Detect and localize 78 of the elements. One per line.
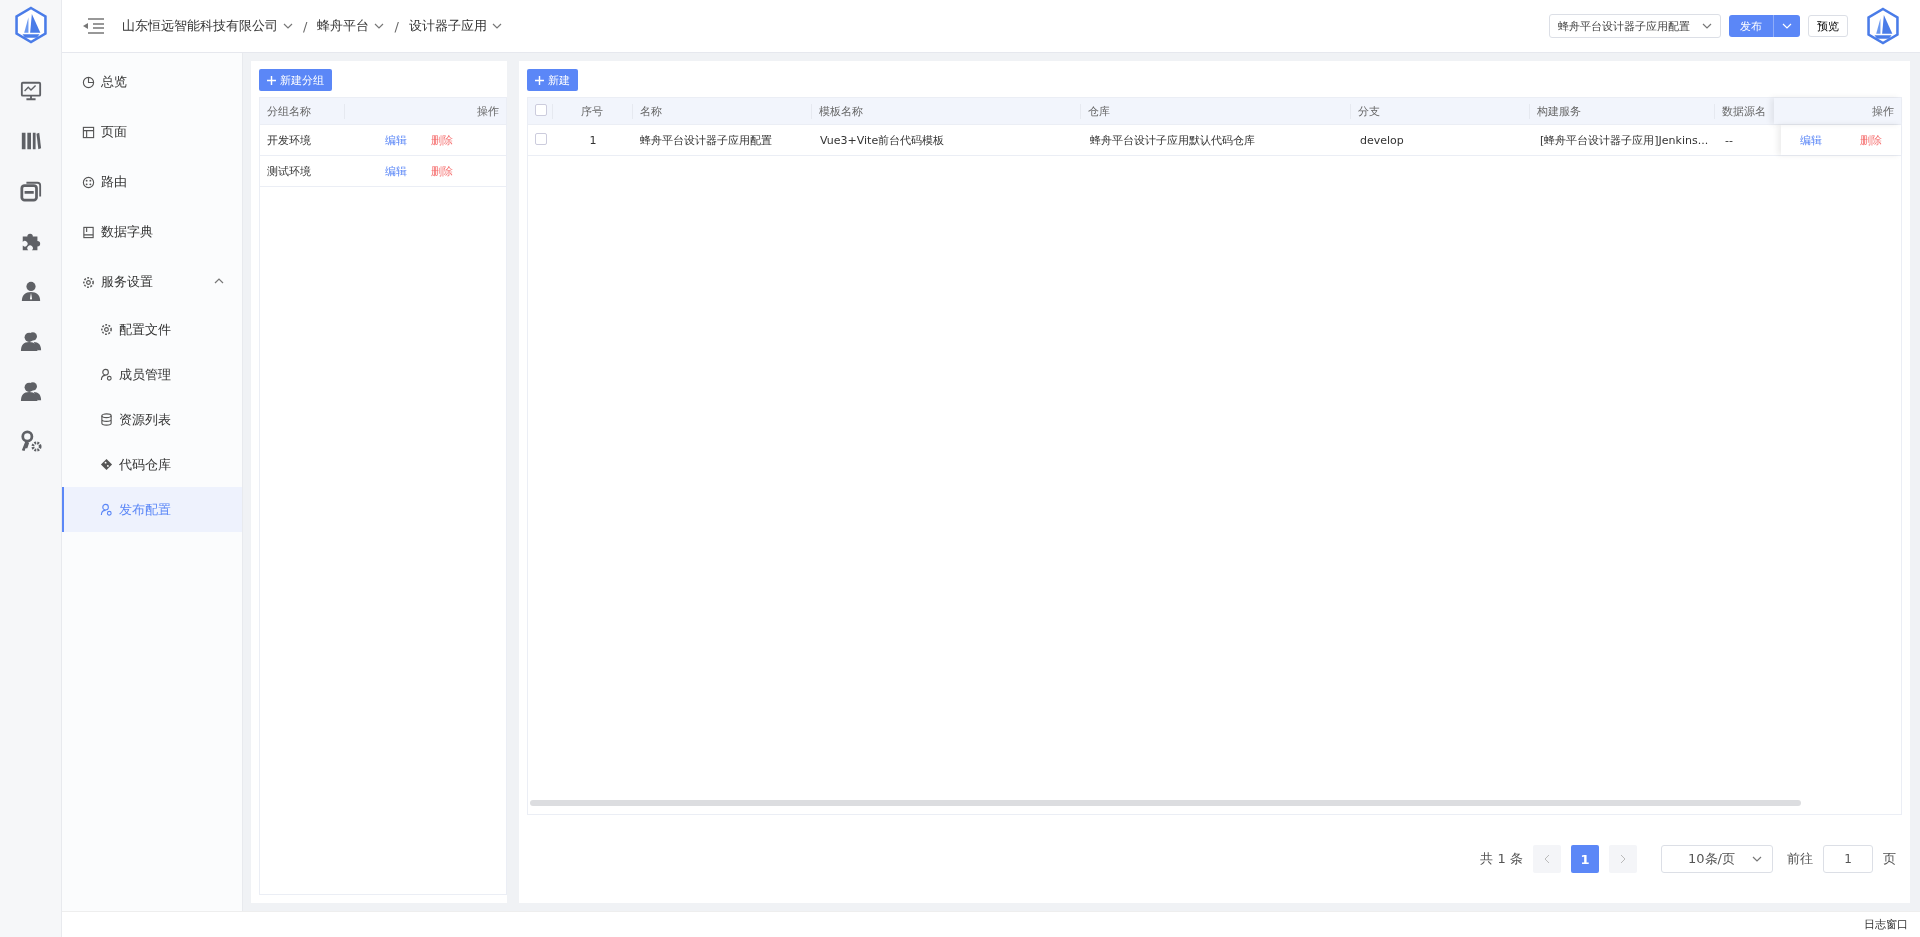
select-all-checkbox[interactable]: [535, 103, 547, 116]
table-cell-text: Vue3+Vite前台代码模板: [819, 132, 946, 148]
database-icon: [100, 413, 113, 426]
user-icon: [100, 503, 113, 516]
chevron-down-icon: [1782, 23, 1792, 29]
preview-button[interactable]: 预览: [1808, 15, 1848, 37]
edit-link[interactable]: 编辑: [1800, 132, 1822, 148]
sailboat-logo: [13, 6, 48, 44]
users-icon[interactable]: [19, 330, 42, 352]
column-header: 操作: [476, 103, 500, 119]
total-count: 共 1 条: [1480, 850, 1523, 868]
breadcrumb-item[interactable]: 山东恒远智能科技有限公司: [122, 17, 293, 35]
books-icon[interactable]: [19, 130, 42, 152]
column-header: 名称: [632, 103, 813, 119]
pie-chart-icon: [82, 75, 95, 89]
column-header: 模板名称: [812, 103, 1082, 119]
plus-icon: [535, 75, 544, 85]
submenu-item[interactable]: 配置文件: [62, 307, 242, 352]
breadcrumb-item[interactable]: 设计器子应用: [408, 17, 502, 35]
gear-icon: [82, 275, 95, 289]
chevron-down-icon: [491, 23, 502, 29]
chevron-left-icon: [1544, 854, 1550, 864]
table-cell-text: develop: [1359, 133, 1405, 147]
table-cell-text: 开发环境: [266, 132, 312, 148]
layout-icon: [82, 125, 95, 139]
git-diamond-icon: [100, 458, 113, 471]
book-icon: [82, 225, 95, 239]
row-checkbox[interactable]: [535, 132, 547, 145]
menu-item[interactable]: 数据字典: [62, 207, 242, 257]
chevron-down-icon: [283, 23, 293, 29]
column-header: 分支: [1350, 103, 1531, 119]
log-window-link[interactable]: 日志窗口: [1864, 917, 1908, 932]
users-icon[interactable]: [19, 380, 42, 402]
chevron-down-icon: [1702, 23, 1712, 29]
dots-circle-icon: [82, 175, 95, 189]
config-select[interactable]: 蜂舟平台设计器子应用配置: [1549, 14, 1721, 38]
column-header: 仓库: [1081, 103, 1351, 119]
edit-link[interactable]: 编辑: [378, 132, 418, 148]
goto-page-field[interactable]: 1: [1823, 845, 1873, 873]
column-header: 数据源名: [1720, 103, 1767, 119]
submenu-item[interactable]: 代码仓库: [62, 442, 242, 487]
page-size-select[interactable]: 10条/页: [1661, 845, 1773, 873]
sailboat-logo: [1866, 7, 1900, 45]
menu-item[interactable]: 页面: [62, 107, 242, 157]
submenu-item[interactable]: 成员管理: [62, 352, 242, 397]
plus-icon: [267, 75, 276, 85]
column-header: 构建服务: [1530, 103, 1715, 119]
breadcrumb-separator: /: [303, 18, 308, 34]
table-cell-text: 蜂舟平台设计子应用默认代码仓库: [1089, 132, 1256, 148]
goto-label: 前往: [1787, 850, 1813, 868]
horizontal-scrollbar[interactable]: [530, 800, 1801, 806]
menu-item[interactable]: 总览: [62, 57, 242, 107]
breadcrumb-separator: /: [394, 18, 399, 34]
column-header: 序号: [553, 103, 633, 119]
page-suffix: 页: [1883, 850, 1896, 868]
key-gear-icon[interactable]: [19, 430, 42, 452]
chevron-icon: [214, 277, 224, 284]
person-icon[interactable]: [19, 280, 42, 302]
menu-item[interactable]: 路由: [62, 157, 242, 207]
chevron-down-icon: [1752, 856, 1762, 862]
column-header: 分组名称: [260, 103, 345, 119]
menu-group[interactable]: 服务设置: [62, 257, 242, 307]
table-cell-text: --: [1724, 133, 1734, 147]
table-cell-text: 测试环境: [266, 163, 312, 179]
edit-link[interactable]: 编辑: [378, 163, 418, 179]
table-cell-text: 1: [588, 133, 598, 147]
submenu-item[interactable]: 资源列表: [62, 397, 242, 442]
table-cell-text: 蜂舟平台设计器子应用配置: [639, 132, 773, 148]
table-cell-text: [蜂舟平台设计器子应用]Jenkins...: [1539, 132, 1710, 148]
stacked-cards-icon[interactable]: [19, 180, 42, 202]
user-icon: [100, 368, 113, 381]
gear-icon: [100, 323, 113, 336]
column-header: 操作: [1774, 98, 1901, 124]
chevron-down-icon: [374, 23, 385, 29]
breadcrumb-item[interactable]: 蜂舟平台: [317, 17, 385, 35]
monitor-chart-icon[interactable]: [19, 80, 42, 102]
chevron-right-icon: [1620, 854, 1626, 864]
menu-fold-icon[interactable]: [82, 18, 104, 34]
